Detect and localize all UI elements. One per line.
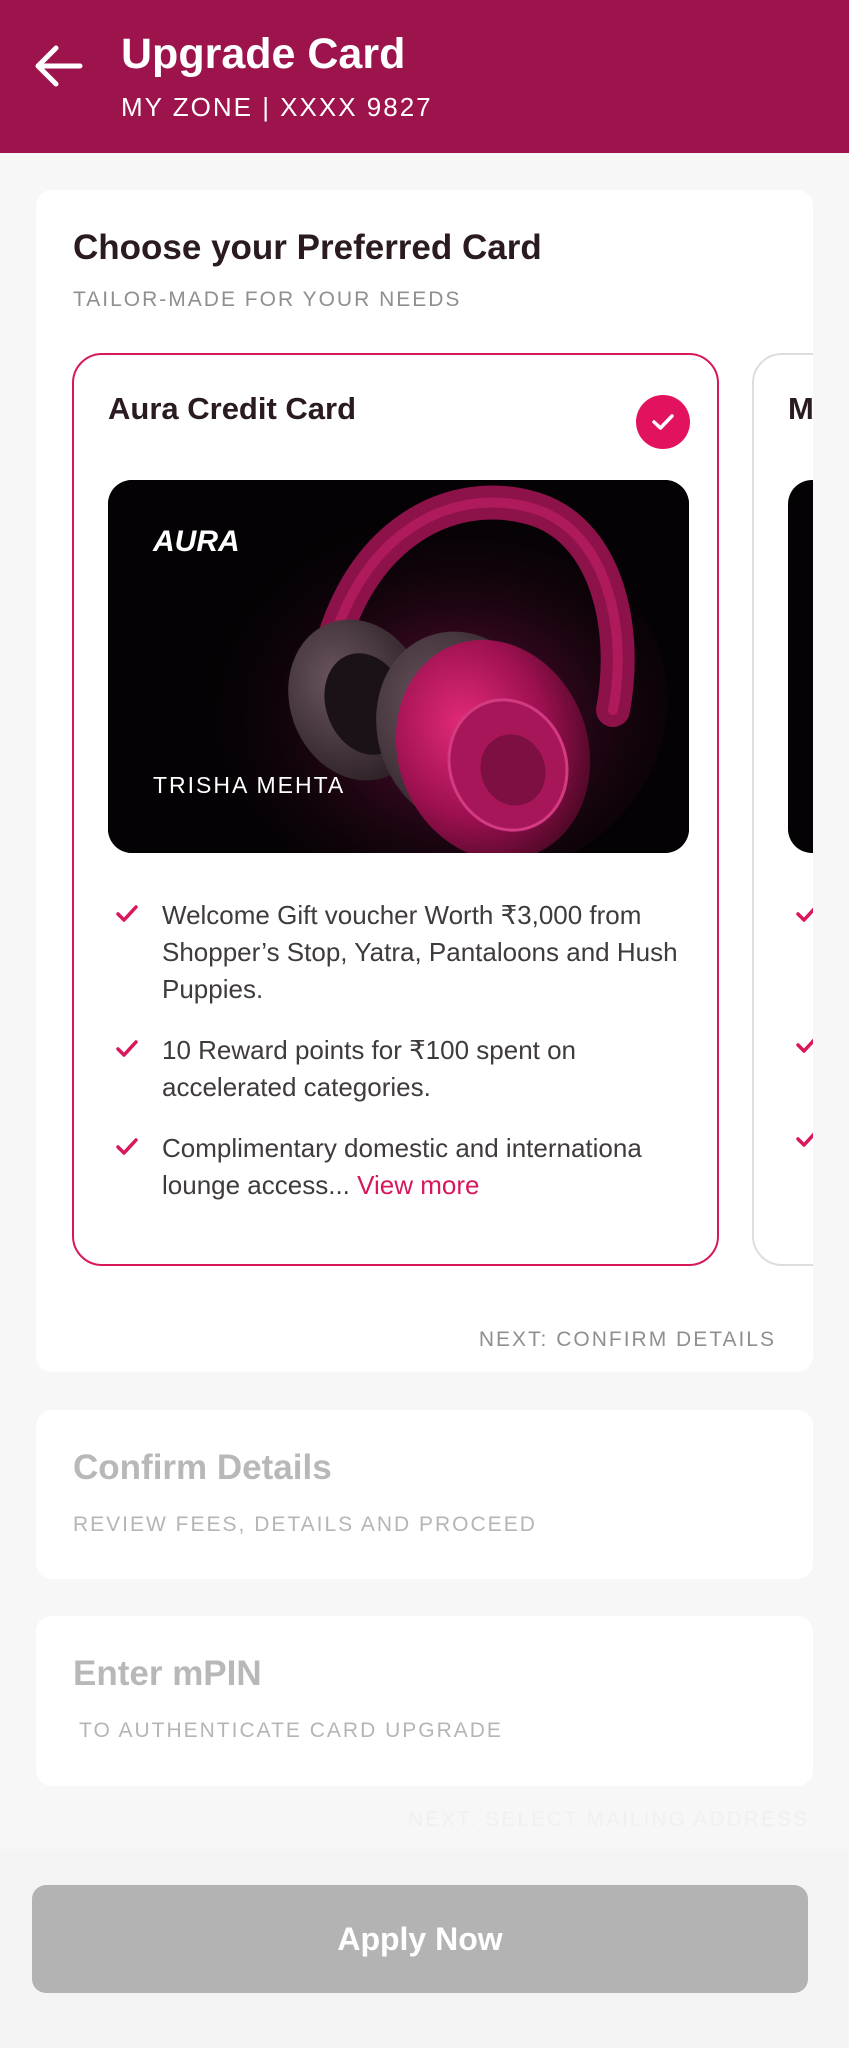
check-icon [796, 907, 813, 922]
card-option-my-zone[interactable]: My Z M T [752, 353, 813, 1266]
check-icon [116, 1138, 138, 1155]
benefits-list: Welcome Gift voucher Worth ₹3,000 from S… [108, 897, 708, 1228]
section-title: Choose your Preferred Card [73, 228, 542, 267]
card-brand-logo: AURA [153, 525, 240, 558]
benefit-item: 10 Reward points for ₹100 spent on accel… [108, 1032, 708, 1106]
page-subtitle: MY ZONE | XXXX 9827 [121, 92, 433, 122]
check-icon [116, 1040, 138, 1057]
check-icon [116, 905, 138, 922]
card-image: AURA TRISHA MEHTA [108, 480, 689, 853]
next-step-label: NEXT: CONFIRM DETAILS [478, 1328, 776, 1351]
card-option-name: My Z [788, 391, 813, 426]
benefit-item: Complimentary domestic and internationa … [108, 1130, 708, 1204]
app-header: Upgrade Card MY ZONE | XXXX 9827 [0, 0, 849, 153]
benefit-item: Welcome Gift voucher Worth ₹3,000 from S… [108, 897, 708, 1008]
card-holder-name: TRISHA MEHTA [153, 772, 346, 798]
card-image: M T [788, 480, 813, 853]
check-icon [796, 1132, 813, 1147]
card-option-aura[interactable]: Aura Credit Card AURA TRISHA MEHTA Welco… [72, 353, 719, 1266]
next-step-label: NEXT: SELECT MAILING ADDRESS [407, 1808, 809, 1831]
check-icon [796, 1038, 813, 1053]
benefit-text: 10 Reward points for ₹100 spent on accel… [162, 1035, 577, 1102]
enter-mpin-section: Enter mPIN TO AUTHENTICATE CARD UPGRADE [36, 1616, 813, 1786]
selected-check-icon [636, 395, 690, 449]
confirm-details-section: Confirm Details REVIEW FEES, DETAILS AND… [36, 1410, 813, 1579]
section-subtitle: REVIEW FEES, DETAILS AND PROCEED [73, 1513, 537, 1536]
card-option-name: Aura Credit Card [108, 391, 357, 426]
benefit-text: Welcome Gift voucher Worth ₹3,000 from S… [162, 900, 678, 1004]
page-title: Upgrade Card [121, 30, 406, 78]
view-more-link[interactable]: View more [357, 1170, 479, 1200]
section-subtitle: TAILOR-MADE FOR YOUR NEEDS [73, 288, 462, 311]
section-subtitle: TO AUTHENTICATE CARD UPGRADE [79, 1719, 503, 1742]
back-arrow-icon[interactable] [30, 40, 88, 92]
apply-now-button[interactable]: Apply Now [32, 1885, 808, 1993]
section-title: Enter mPIN [73, 1654, 262, 1693]
choose-card-section: Choose your Preferred Card TAILOR-MADE F… [36, 190, 813, 1372]
section-title: Confirm Details [73, 1448, 332, 1487]
